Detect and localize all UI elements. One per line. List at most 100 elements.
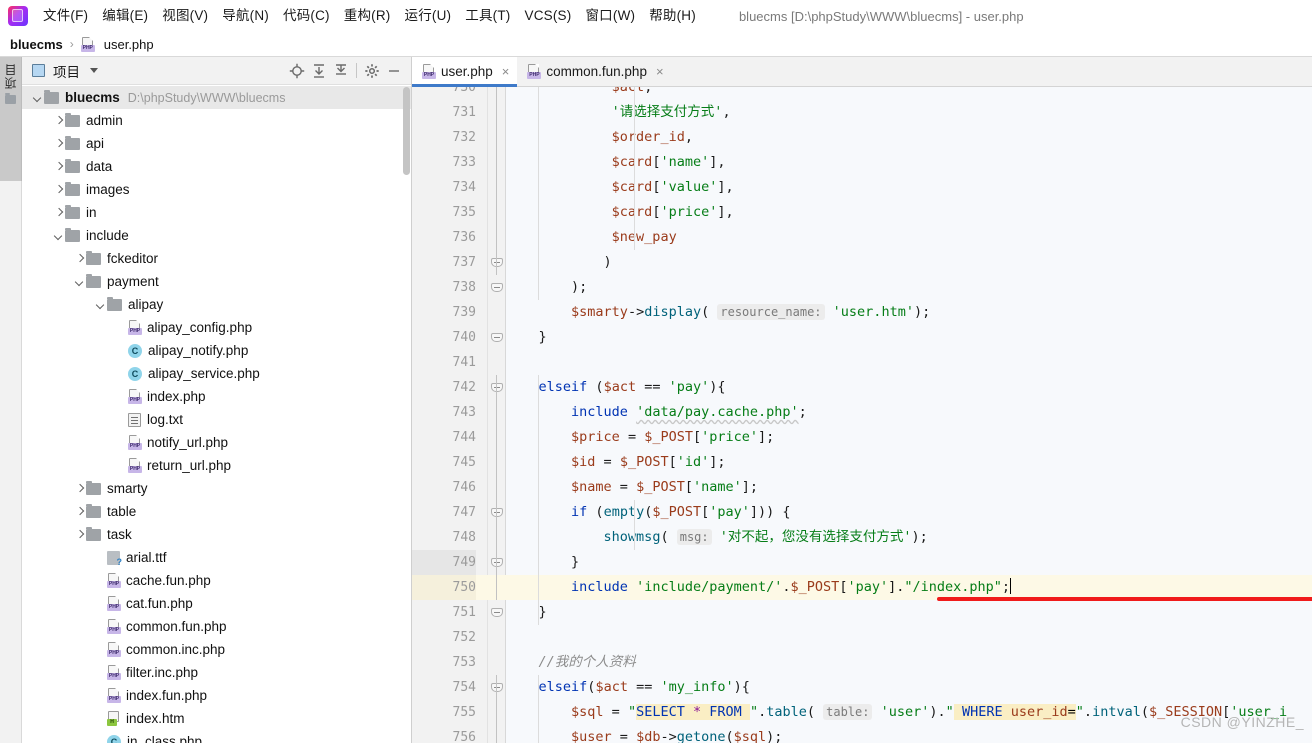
menu-item-tools[interactable]: 工具(T) xyxy=(458,4,517,28)
code-line[interactable]: 737 ) xyxy=(412,250,1312,275)
hide-panel-icon[interactable] xyxy=(383,60,405,82)
code-line[interactable]: 755 $sql = "SELECT * FROM ".table( table… xyxy=(412,700,1312,725)
tree-item-notify_url-php[interactable]: PHP notify_url.php xyxy=(22,431,411,454)
tree-item-bluecms[interactable]: bluecms D:\phpStudy\WWW\bluecms xyxy=(22,86,411,109)
chevron-right-icon[interactable] xyxy=(53,207,65,219)
tree-item-index-php[interactable]: PHP index.php xyxy=(22,385,411,408)
code-line[interactable]: 748 showmsg( msg: '对不起，您没有选择支付方式'); xyxy=(412,525,1312,550)
chevron-right-icon[interactable] xyxy=(74,483,86,495)
tree-item-in[interactable]: in xyxy=(22,201,411,224)
fold-toggle-icon[interactable] xyxy=(491,256,503,268)
chevron-right-icon[interactable] xyxy=(74,529,86,541)
code-line[interactable]: 743 include 'data/pay.cache.php'; xyxy=(412,400,1312,425)
menu-item-window[interactable]: 窗口(W) xyxy=(578,4,642,28)
breadcrumb-file[interactable]: user.php xyxy=(104,37,154,52)
close-icon[interactable]: × xyxy=(502,65,510,78)
tree-item-alipay_config-php[interactable]: PHP alipay_config.php xyxy=(22,316,411,339)
fold-toggle-icon[interactable] xyxy=(491,331,503,343)
chevron-right-icon[interactable] xyxy=(53,184,65,196)
menu-item-code[interactable]: 代码(C) xyxy=(276,4,337,28)
code-line[interactable]: 753 //我的个人资料 xyxy=(412,650,1312,675)
tree-item-data[interactable]: data xyxy=(22,155,411,178)
code-line[interactable]: 732 $order_id, xyxy=(412,125,1312,150)
tree-item-api[interactable]: api xyxy=(22,132,411,155)
code-line[interactable]: 745 $id = $_POST['id']; xyxy=(412,450,1312,475)
tree-item-include[interactable]: include xyxy=(22,224,411,247)
chevron-right-icon[interactable] xyxy=(53,138,65,150)
menu-item-file[interactable]: 文件(F) xyxy=(36,4,95,28)
tree-item-index-htm[interactable]: Hindex.htm xyxy=(22,707,411,730)
code-line[interactable]: 742 elseif ($act == 'pay'){ xyxy=(412,375,1312,400)
tree-item-payment[interactable]: payment xyxy=(22,270,411,293)
project-tree-scrollbar[interactable] xyxy=(403,87,410,175)
tree-item-cat-fun-php[interactable]: PHP cat.fun.php xyxy=(22,592,411,615)
menu-item-edit[interactable]: 编辑(E) xyxy=(95,4,155,28)
menu-item-navigate[interactable]: 导航(N) xyxy=(215,4,276,28)
code-line[interactable]: 747 if (empty($_POST['pay'])) { xyxy=(412,500,1312,525)
chevron-down-icon[interactable] xyxy=(32,92,44,104)
fold-toggle-icon[interactable] xyxy=(491,606,503,618)
locate-icon[interactable] xyxy=(286,60,308,82)
tree-item-filter-inc-php[interactable]: PHP filter.inc.php xyxy=(22,661,411,684)
tree-item-return_url-php[interactable]: PHP return_url.php xyxy=(22,454,411,477)
code-line[interactable]: 746 $name = $_POST['name']; xyxy=(412,475,1312,500)
chevron-right-icon[interactable] xyxy=(74,253,86,265)
code-line[interactable]: 738 ); xyxy=(412,275,1312,300)
tree-item-in_class-php[interactable]: Cin_class.php xyxy=(22,730,411,743)
expand-all-icon[interactable] xyxy=(308,60,330,82)
code-line[interactable]: 731 '请选择支付方式', xyxy=(412,100,1312,125)
project-tree[interactable]: bluecms D:\phpStudy\WWW\bluecms admin api da… xyxy=(22,85,411,743)
code-line[interactable]: 735 $card['price'], xyxy=(412,200,1312,225)
code-line[interactable]: 756 $user = $db->getone($sql); xyxy=(412,725,1312,743)
code-line[interactable]: 751 } xyxy=(412,600,1312,625)
code-line[interactable]: 749 } xyxy=(412,550,1312,575)
code-line[interactable]: 733 $card['name'], xyxy=(412,150,1312,175)
fold-toggle-icon[interactable] xyxy=(491,556,503,568)
chevron-down-icon[interactable] xyxy=(53,230,65,242)
tree-item-cache-fun-php[interactable]: PHP cache.fun.php xyxy=(22,569,411,592)
tree-item-admin[interactable]: admin xyxy=(22,109,411,132)
code-line[interactable]: 730 $act, xyxy=(412,87,1312,100)
tool-window-button-project[interactable]: 项目 xyxy=(0,57,22,181)
tree-item-common-fun-php[interactable]: PHP common.fun.php xyxy=(22,615,411,638)
fold-toggle-icon[interactable] xyxy=(491,681,503,693)
tree-item-common-inc-php[interactable]: PHP common.inc.php xyxy=(22,638,411,661)
breadcrumb-project[interactable]: bluecms xyxy=(10,37,63,52)
code-editor[interactable]: 730 $act, 731 '请选择支付方式', 732 $order_id, 733… xyxy=(412,87,1312,743)
tree-item-fckeditor[interactable]: fckeditor xyxy=(22,247,411,270)
chevron-right-icon[interactable] xyxy=(53,161,65,173)
close-icon[interactable]: × xyxy=(656,65,664,78)
code-line[interactable]: 736 $new_pay xyxy=(412,225,1312,250)
menu-item-view[interactable]: 视图(V) xyxy=(155,4,215,28)
chevron-down-icon[interactable] xyxy=(74,276,86,288)
fold-toggle-icon[interactable] xyxy=(491,381,503,393)
code-line[interactable]: 734 $card['value'], xyxy=(412,175,1312,200)
menu-item-run[interactable]: 运行(U) xyxy=(398,4,459,28)
tree-item-task[interactable]: task xyxy=(22,523,411,546)
chevron-down-icon[interactable] xyxy=(95,299,107,311)
menu-item-vcs[interactable]: VCS(S) xyxy=(518,4,579,28)
chevron-right-icon[interactable] xyxy=(74,506,86,518)
tree-item-table[interactable]: table xyxy=(22,500,411,523)
menu-item-refactor[interactable]: 重构(R) xyxy=(337,4,398,28)
menu-item-help[interactable]: 帮助(H) xyxy=(642,4,703,28)
code-line[interactable]: 741 xyxy=(412,350,1312,375)
tree-item-log-txt[interactable]: log.txt xyxy=(22,408,411,431)
code-line[interactable]: 752 xyxy=(412,625,1312,650)
editor-tab-user-php[interactable]: PHP user.php × xyxy=(412,57,518,87)
editor-tab-common-fun-php[interactable]: PHP common.fun.php × xyxy=(517,57,672,86)
tree-item-alipay[interactable]: alipay xyxy=(22,293,411,316)
code-line[interactable]: 739 $smarty->display( resource_name: 'us… xyxy=(412,300,1312,325)
fold-toggle-icon[interactable] xyxy=(491,281,503,293)
tree-item-index-fun-php[interactable]: PHP index.fun.php xyxy=(22,684,411,707)
code-line[interactable]: 744 $price = $_POST['price']; xyxy=(412,425,1312,450)
tree-item-alipay_notify-php[interactable]: Calipay_notify.php xyxy=(22,339,411,362)
chevron-down-icon[interactable] xyxy=(90,68,98,73)
code-line[interactable]: 740 } xyxy=(412,325,1312,350)
tree-item-smarty[interactable]: smarty xyxy=(22,477,411,500)
tree-item-images[interactable]: images xyxy=(22,178,411,201)
collapse-all-icon[interactable] xyxy=(330,60,352,82)
tree-item-alipay_service-php[interactable]: Calipay_service.php xyxy=(22,362,411,385)
chevron-right-icon[interactable] xyxy=(53,115,65,127)
settings-gear-icon[interactable] xyxy=(361,60,383,82)
